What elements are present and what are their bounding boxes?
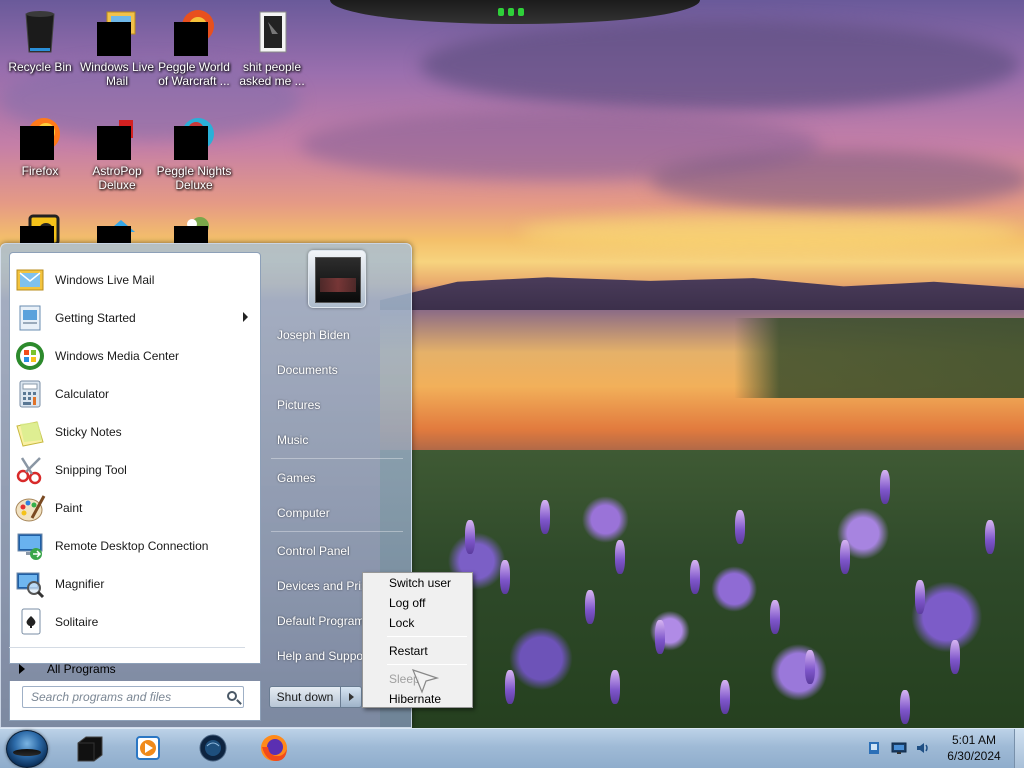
firefox-icon — [16, 112, 64, 160]
divider — [387, 664, 467, 665]
network-icon[interactable] — [891, 740, 907, 756]
right-link-computer[interactable]: Computer — [271, 498, 405, 528]
program-item[interactable]: Sticky Notes — [10, 413, 260, 451]
right-link-user[interactable]: Joseph Biden — [271, 320, 405, 350]
media-player-icon — [133, 733, 163, 766]
mail-icon — [14, 264, 46, 296]
right-link-pictures[interactable]: Pictures — [271, 390, 405, 420]
mail-icon — [93, 8, 141, 56]
program-item[interactable]: Calculator — [10, 375, 260, 413]
right-link-documents[interactable]: Documents — [271, 355, 405, 385]
program-item[interactable]: Magnifier — [10, 565, 260, 603]
peggle-icon — [170, 8, 218, 56]
desktop-icon-recycle-bin[interactable]: Recycle Bin — [0, 8, 80, 74]
search-input[interactable] — [31, 690, 211, 704]
desktop-icon-label: Firefox — [21, 164, 59, 178]
desktop-icon-label: Peggle World of Warcraft ... — [158, 60, 230, 88]
paint-icon — [14, 492, 46, 524]
taskbar-app-button[interactable] — [246, 731, 302, 767]
recycle-bin-icon — [16, 8, 64, 56]
app-icon — [93, 212, 141, 244]
search-icon[interactable] — [227, 691, 237, 701]
taskbar-app-button[interactable] — [120, 731, 176, 767]
desktop-icon-peggle-wow[interactable]: Peggle World of Warcraft ... — [154, 8, 234, 88]
media-center-icon — [14, 340, 46, 372]
desktop-icon-label: Peggle Nights Deluxe — [156, 164, 232, 192]
divider — [9, 647, 245, 648]
world-globe-icon — [198, 733, 228, 766]
getting-started-icon — [14, 302, 46, 334]
divider — [271, 458, 403, 459]
taskbar-app-button[interactable] — [185, 731, 241, 767]
program-item[interactable]: Remote Desktop Connection — [10, 527, 260, 565]
user-avatar[interactable] — [308, 250, 366, 308]
clock-date: 6/30/2024 — [947, 749, 1001, 763]
clock-time: 5:01 AM — [951, 733, 997, 747]
show-desktop-button[interactable] — [1014, 729, 1024, 768]
desktop-icon-label: AstroPop Deluxe — [92, 164, 142, 192]
menu-item-switch-user[interactable]: Switch user — [364, 573, 471, 593]
program-item[interactable]: Paint — [10, 489, 260, 527]
shutdown-button[interactable]: Shut down — [269, 686, 341, 708]
peggle-nights-icon — [170, 112, 218, 160]
desktop-icon-label: Recycle Bin — [8, 60, 72, 74]
divider — [387, 636, 467, 637]
divider — [271, 531, 403, 532]
right-link-control-panel[interactable]: Control Panel — [271, 536, 405, 566]
chevron-right-icon — [243, 312, 248, 322]
desktop-icon-label: Windows Live Mail — [79, 60, 155, 88]
shutdown-options-button[interactable] — [340, 686, 362, 708]
start-search-area — [9, 681, 261, 721]
mouse-pointer-icon — [411, 669, 439, 694]
all-programs-button[interactable]: All Programs — [9, 657, 261, 681]
desktop-icon-peggle-nights[interactable]: Peggle Nights Deluxe — [154, 112, 234, 192]
menu-item-log-off[interactable]: Log off — [364, 593, 471, 613]
desktop-icon-partial-2[interactable] — [77, 212, 157, 244]
desktop-icon-windows-live-mail[interactable]: Windows Live Mail — [77, 8, 157, 88]
all-programs-label: All Programs — [47, 662, 116, 676]
program-item[interactable]: Solitaire — [10, 603, 260, 641]
action-center-icon[interactable] — [866, 740, 882, 756]
start-menu: Windows Live Mail Getting Started Window… — [0, 243, 412, 728]
right-link-games[interactable]: Games — [271, 463, 405, 493]
calculator-icon — [14, 378, 46, 410]
program-item[interactable]: Windows Media Center — [10, 337, 260, 375]
snipping-tool-icon — [14, 454, 46, 486]
magnifier-icon — [14, 568, 46, 600]
desktop-icon-partial-1[interactable] — [0, 212, 80, 244]
desktop-icon-partial-3[interactable] — [154, 212, 234, 244]
right-link-music[interactable]: Music — [271, 425, 405, 455]
solitaire-icon — [14, 606, 46, 638]
app-icon — [170, 212, 218, 244]
start-button[interactable] — [6, 730, 48, 768]
desktop-icon-astropop[interactable]: AstroPop Deluxe — [77, 112, 157, 192]
chevron-right-icon — [349, 693, 354, 701]
remote-desktop-icon — [14, 530, 46, 562]
desktop-icon-firefox[interactable]: Firefox — [0, 112, 80, 178]
program-item[interactable]: Windows Live Mail — [10, 261, 260, 299]
program-item[interactable]: Snipping Tool — [10, 451, 260, 489]
triangle-right-icon — [19, 664, 25, 674]
search-box[interactable] — [22, 686, 244, 708]
menu-item-restart[interactable]: Restart — [364, 641, 471, 661]
volume-icon[interactable] — [915, 740, 931, 756]
folder-icon — [248, 8, 296, 56]
taskbar-app-button[interactable] — [62, 731, 118, 767]
system-clock[interactable]: 5:01 AM 6/30/2024 — [936, 732, 1012, 764]
menu-item-lock[interactable]: Lock — [364, 613, 471, 633]
sticky-notes-icon — [14, 416, 46, 448]
black-app-icon — [74, 733, 106, 766]
app-icon — [16, 212, 64, 244]
desktop-icon-folder[interactable]: shit people asked me ... — [232, 8, 312, 88]
astropop-icon — [93, 112, 141, 160]
start-menu-programs-pane: Windows Live Mail Getting Started Window… — [9, 252, 261, 664]
firefox-icon — [259, 733, 289, 766]
desktop-icon-label: shit people asked me ... — [239, 60, 305, 88]
program-item[interactable]: Getting Started — [10, 299, 260, 337]
